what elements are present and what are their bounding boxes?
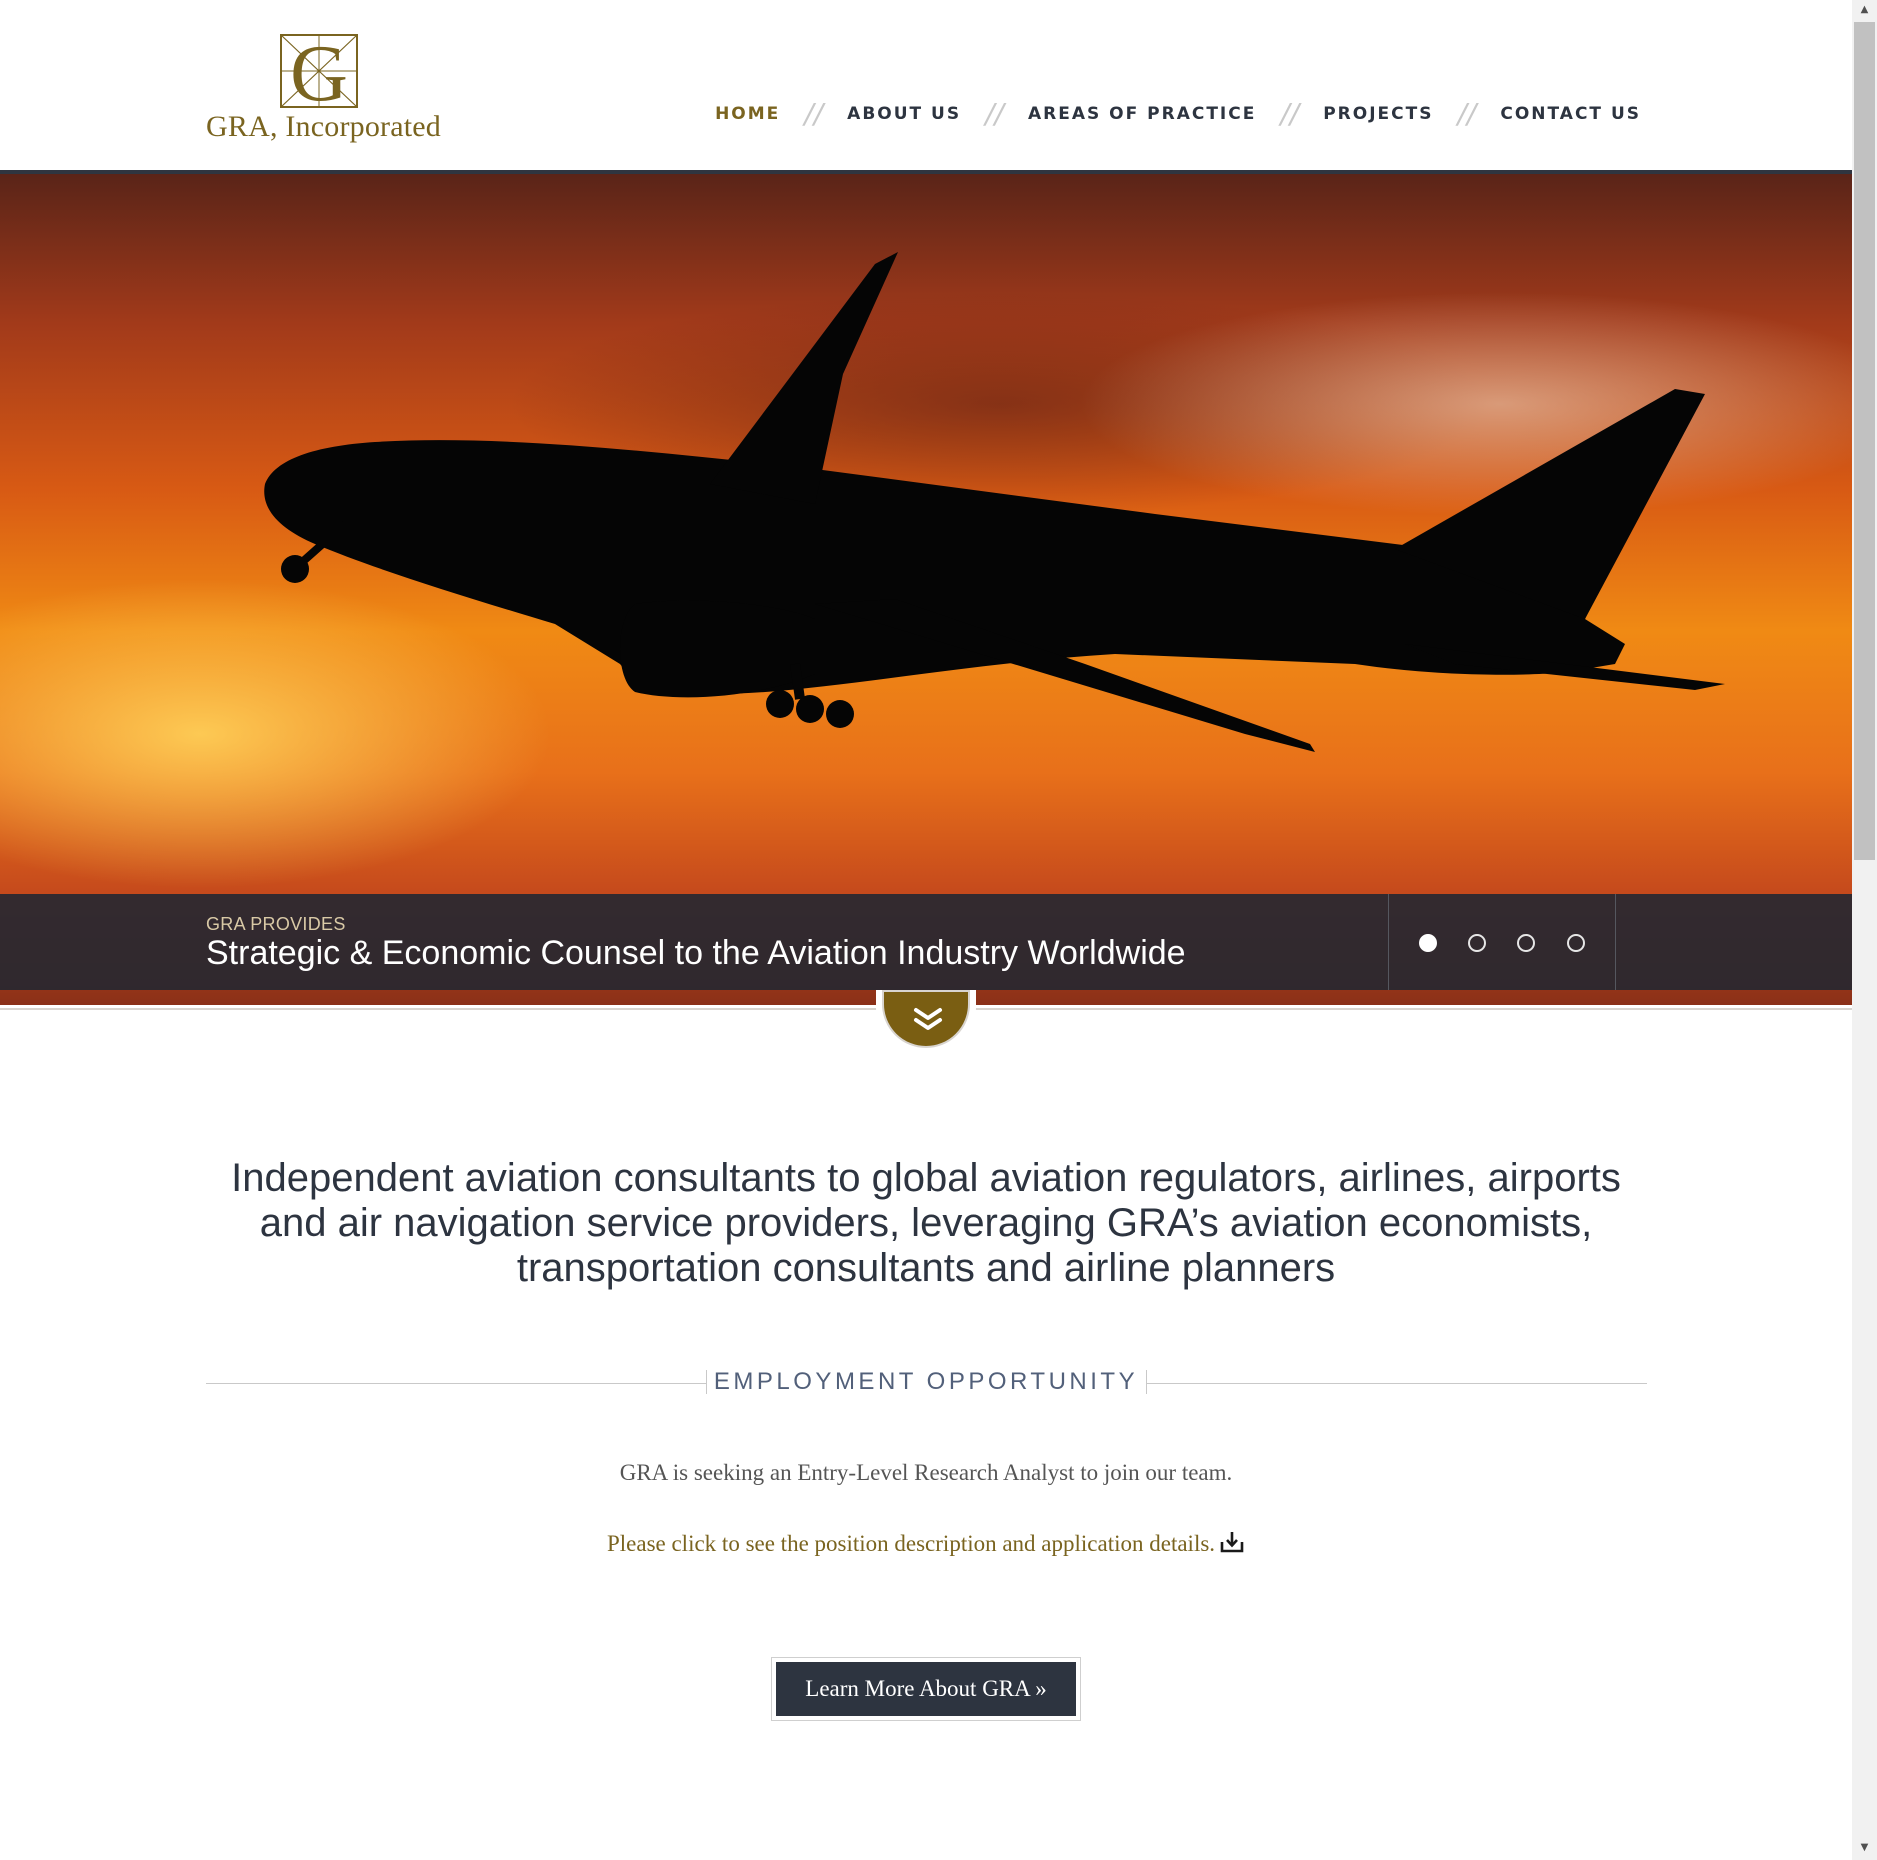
double-chevron-down-icon <box>914 1008 942 1030</box>
slider-dot-3[interactable] <box>1517 934 1535 952</box>
scrollbar-thumb[interactable] <box>1854 22 1875 860</box>
tagline: Independent aviation consultants to glob… <box>231 1156 1621 1290</box>
logo-text: GRA, Incorporated <box>206 110 441 143</box>
download-icon <box>1220 1532 1244 1553</box>
employment-heading: EMPLOYMENT OPPORTUNITY <box>713 1368 1139 1395</box>
position-details-text: Please click to see the position descrip… <box>606 1531 1216 1556</box>
logo[interactable]: G GRA, Incorporated <box>206 30 441 148</box>
divider-left <box>206 1383 706 1384</box>
site-header: G GRA, Incorporated HOME // ABOUT US // … <box>0 0 1852 170</box>
employment-text: GRA is seeking an Entry-Level Research A… <box>619 1460 1233 1485</box>
hero-caption-kicker: GRA PROVIDES <box>206 914 346 934</box>
svg-text:G: G <box>290 32 348 110</box>
nav-home[interactable]: HOME <box>715 104 780 124</box>
scroll-down-button[interactable] <box>876 990 976 1058</box>
vertical-scrollbar[interactable]: ▲ ▼ <box>1852 0 1877 1860</box>
divider-cap-right <box>1146 1370 1147 1394</box>
airplane-silhouette-image <box>264 252 1725 752</box>
hero-caption-bar: GRA PROVIDES Strategic & Economic Counse… <box>0 894 1852 990</box>
scroll-down-arrow-icon[interactable]: ▼ <box>1852 1842 1877 1853</box>
slider-dot-1[interactable] <box>1419 934 1437 952</box>
learn-more-button[interactable]: Learn More About GRA » <box>776 1662 1076 1716</box>
page: G GRA, Incorporated HOME // ABOUT US // … <box>0 0 1852 1860</box>
nav-separator: // <box>1457 97 1477 130</box>
nav-about-us[interactable]: ABOUT US <box>847 104 961 124</box>
slider-pagination <box>1388 894 1616 990</box>
nav-areas-of-practice[interactable]: AREAS OF PRACTICE <box>1028 104 1256 124</box>
scroll-down-button-face <box>882 990 970 1048</box>
hero-caption-headline: Strategic & Economic Counsel to the Avia… <box>206 934 1186 972</box>
nav-separator: // <box>985 97 1004 130</box>
logo-mark-icon: G <box>280 32 358 110</box>
nav-projects[interactable]: PROJECTS <box>1323 104 1433 124</box>
learn-more-button-frame: Learn More About GRA » <box>771 1657 1081 1721</box>
slider-dot-4[interactable] <box>1567 934 1585 952</box>
slider-dot-2[interactable] <box>1468 934 1486 952</box>
scroll-up-arrow-icon[interactable]: ▲ <box>1852 4 1877 15</box>
nav-separator: // <box>804 97 824 130</box>
hero-slider: GRA PROVIDES Strategic & Economic Counse… <box>0 170 1852 1005</box>
divider-right <box>1147 1383 1647 1384</box>
nav-separator: // <box>1280 97 1300 130</box>
nav-contact-us[interactable]: CONTACT US <box>1500 104 1641 124</box>
main-nav: HOME // ABOUT US // AREAS OF PRACTICE //… <box>715 100 1641 128</box>
position-details-link[interactable]: Please click to see the position descrip… <box>206 1530 1646 1557</box>
